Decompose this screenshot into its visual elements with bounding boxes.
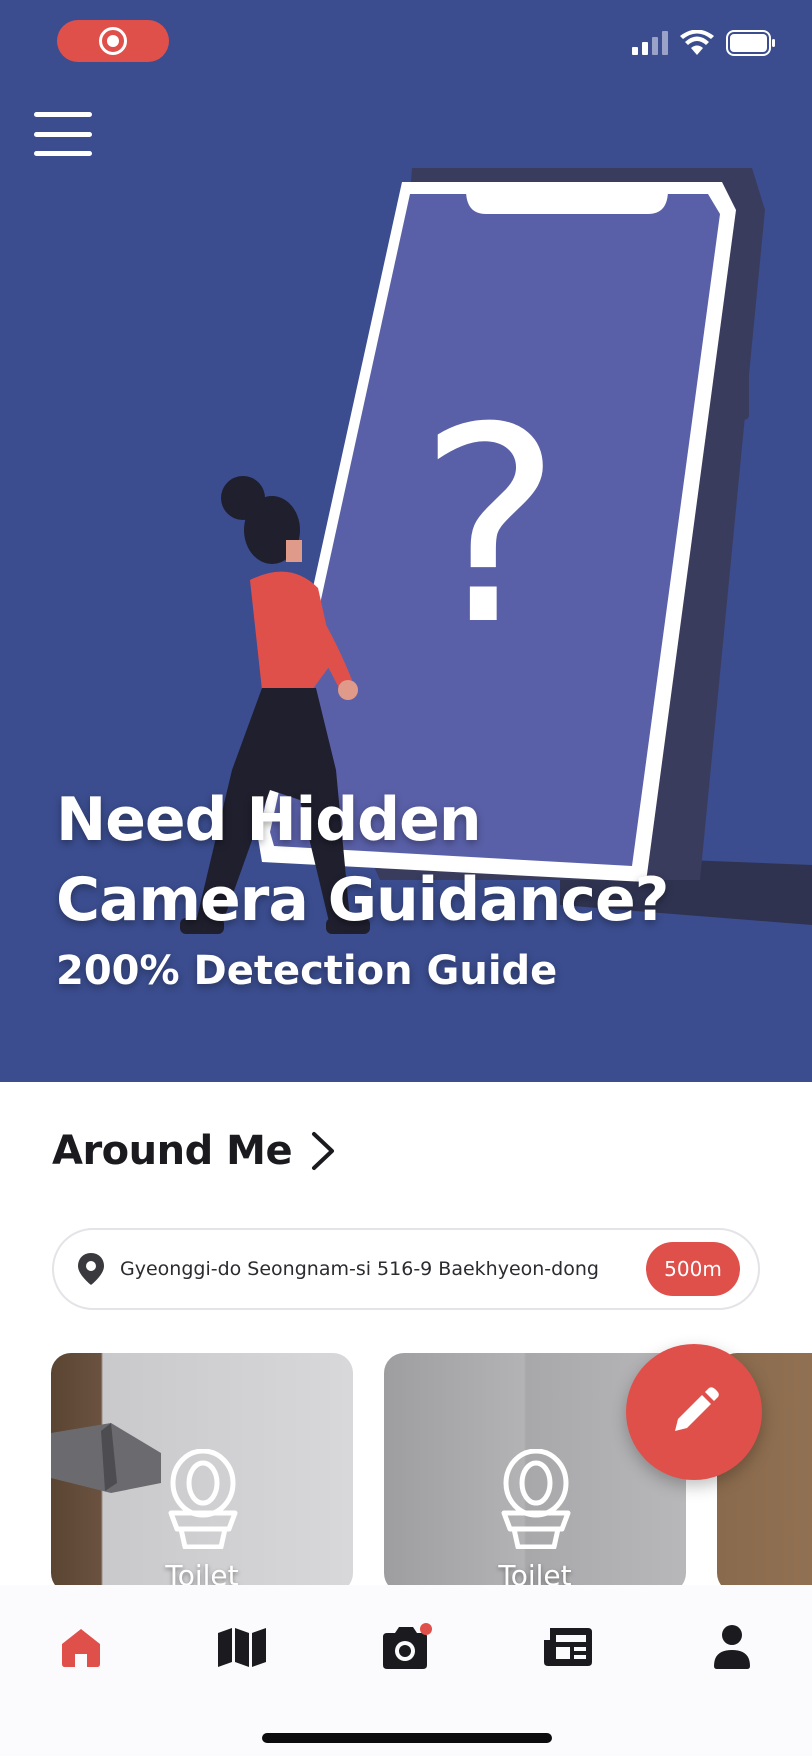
- cellular-signal-icon: [632, 31, 668, 55]
- toilet-icon: [168, 1449, 238, 1549]
- svg-text:?: ?: [418, 369, 561, 684]
- camera-icon: [383, 1623, 432, 1669]
- around-me-header[interactable]: Around Me: [52, 1128, 336, 1174]
- tab-map[interactable]: [212, 1617, 272, 1677]
- toilet-icon: [501, 1449, 571, 1549]
- location-pin-icon: [78, 1253, 104, 1285]
- home-icon: [62, 1629, 100, 1667]
- status-bar: [0, 0, 812, 90]
- screen-record-icon[interactable]: [57, 20, 169, 62]
- hamburger-menu-icon[interactable]: [34, 110, 92, 158]
- home-indicator[interactable]: [262, 1733, 552, 1743]
- tab-profile[interactable]: [702, 1617, 762, 1677]
- bottom-tab-bar: [0, 1585, 812, 1756]
- person-icon: [714, 1625, 750, 1669]
- map-icon: [218, 1628, 266, 1667]
- around-me-title: Around Me: [52, 1128, 293, 1174]
- hero-subtitle: 200% Detection Guide: [56, 948, 558, 994]
- chevron-right-icon[interactable]: [310, 1130, 336, 1172]
- location-bar[interactable]: Gyeonggi-do Seongnam-si 516-9 Baekhyeon-…: [52, 1228, 760, 1310]
- tab-home[interactable]: [51, 1617, 111, 1677]
- hero-title: Need Hidden Camera Guidance?: [56, 785, 669, 935]
- tab-camera[interactable]: [376, 1617, 436, 1677]
- distance-filter-button[interactable]: 500m: [646, 1242, 740, 1296]
- newspaper-icon: [544, 1628, 592, 1666]
- tab-news[interactable]: [538, 1617, 598, 1677]
- card-label: Toilet: [165, 1559, 239, 1585]
- pencil-icon: [675, 1387, 719, 1431]
- wifi-icon: [680, 30, 714, 55]
- write-review-button[interactable]: [626, 1344, 762, 1480]
- hero-banner[interactable]: ? Need Hidden Camera Guidance? 200% Dete…: [0, 0, 812, 1082]
- battery-icon: [726, 30, 775, 56]
- place-card[interactable]: Toilet: [51, 1353, 353, 1585]
- card-label: Toilet: [498, 1559, 572, 1585]
